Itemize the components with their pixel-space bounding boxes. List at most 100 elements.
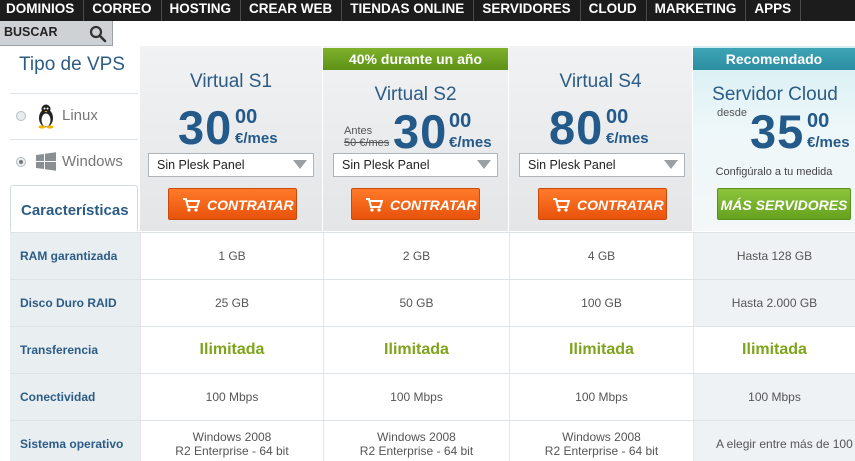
button-label: CONTRATAR [390, 197, 477, 213]
cart-icon [183, 198, 200, 212]
table-cell: 25 GB [140, 280, 323, 327]
old-price-value: 50 €/mes [344, 136, 390, 149]
price-integer: 30 [178, 101, 233, 154]
contratar-button-s2[interactable]: CONTRATAR [351, 188, 480, 220]
chevron-down-icon [664, 160, 678, 169]
plan-name: Servidor Cloud [712, 84, 838, 105]
plesk-select-value: Sin Plesk Panel [528, 158, 616, 172]
cloud-note: Configúralo a tu medida [715, 166, 833, 178]
top-nav: DOMINIOS CORREO HOSTING CREAR WEB TIENDA… [0, 0, 855, 21]
os-option-linux[interactable]: Linux [10, 93, 138, 138]
contratar-button-s1[interactable]: CONTRATAR [168, 188, 297, 220]
nav-item-servidores[interactable]: SERVIDORES [474, 0, 581, 21]
table-cell: A elegir entre más de 100 [693, 421, 855, 461]
price-period: €/mes [449, 134, 492, 151]
table-cell: 4 GB [509, 233, 693, 280]
plesk-select[interactable]: Sin Plesk Panel [519, 153, 685, 177]
cart-icon [553, 198, 570, 212]
nav-item-cloud[interactable]: CLOUD [581, 0, 647, 21]
table-cell: 2 GB [323, 233, 509, 280]
plan-name: Virtual S2 [374, 84, 457, 105]
linux-radio[interactable] [16, 111, 26, 121]
mas-servidores-button[interactable]: MÁS SERVIDORES [717, 188, 851, 220]
features-table: RAM garantizada 1 GB 2 GB 4 GB Hasta 128… [10, 232, 855, 461]
price-decimals: 00 [449, 110, 472, 132]
table-cell: 100 Mbps [693, 374, 855, 421]
table-cell: Windows 2008 R2 Enterprise - 64 bit [140, 421, 323, 461]
cart-icon [366, 198, 383, 212]
nav-item-tiendas-online[interactable]: TIENDAS ONLINE [342, 0, 475, 21]
linux-icon [38, 104, 54, 129]
nav-item-crear-web[interactable]: CREAR WEB [241, 0, 343, 21]
table-cell: 100 Mbps [140, 374, 323, 421]
table-cell: Ilimitada [323, 327, 509, 374]
old-price-label: Antes [344, 125, 373, 137]
nav-item-correo[interactable]: CORREO [84, 0, 162, 21]
nav-item-hosting[interactable]: HOSTING [162, 0, 242, 21]
table-cell: 50 GB [323, 280, 509, 327]
plan-servidor-cloud: Recomendado Servidor Cloud desde 35 00 €… [693, 46, 855, 231]
table-cell: Hasta 2.000 GB [693, 280, 855, 327]
plesk-select-value: Sin Plesk Panel [342, 158, 430, 172]
price-period: €/mes [235, 130, 278, 147]
price-integer: 30 [393, 105, 448, 158]
price-period: €/mes [807, 134, 850, 151]
row-label: Disco Duro RAID [10, 280, 140, 327]
table-cell: Hasta 128 GB [693, 233, 855, 280]
windows-radio[interactable] [16, 157, 26, 167]
tab-caracteristicas[interactable]: Características [10, 185, 138, 231]
plan-virtual-s2: 40% durante un año Virtual S2 Antes 50 €… [323, 46, 508, 231]
price-decimals: 00 [606, 106, 629, 128]
plan-name: Virtual S4 [559, 71, 642, 92]
table-cell: Ilimitada [693, 327, 855, 374]
plesk-select-value: Sin Plesk Panel [157, 158, 245, 172]
features-tab-label: Características [21, 202, 129, 219]
plan-name: Virtual S1 [189, 71, 273, 92]
nav-item-apps[interactable]: APPS [746, 0, 802, 21]
search-label: BUSCAR [4, 25, 58, 39]
table-cell: Windows 2008 R2 Enterprise - 64 bit [323, 421, 509, 461]
table-cell: 100 Mbps [323, 374, 509, 421]
table-cell: Ilimitada [140, 327, 323, 374]
nav-item-marketing[interactable]: MARKETING [647, 0, 747, 21]
row-label: Sistema operativo [10, 421, 140, 461]
table-cell: 100 Mbps [509, 374, 693, 421]
table-cell: Ilimitada [509, 327, 693, 374]
search-icon[interactable] [89, 25, 107, 43]
price-prefix: desde [717, 107, 747, 119]
table-row: Conectividad 100 Mbps 100 Mbps 100 Mbps … [10, 373, 855, 421]
table-cell: 100 GB [509, 280, 693, 327]
table-row: RAM garantizada 1 GB 2 GB 4 GB Hasta 128… [10, 232, 855, 280]
windows-icon [36, 152, 56, 171]
chevron-down-icon [477, 160, 491, 169]
contratar-button-s4[interactable]: CONTRATAR [538, 188, 667, 220]
plesk-select[interactable]: Sin Plesk Panel [148, 153, 314, 177]
recommended-ribbon: Recomendado [693, 48, 855, 70]
price-decimals: 00 [235, 106, 258, 128]
table-cell: 1 GB [140, 233, 323, 280]
table-row: Transferencia Ilimitada Ilimitada Ilimit… [10, 326, 855, 374]
row-label: RAM garantizada [10, 233, 140, 280]
price-integer: 35 [750, 105, 805, 158]
table-row: Disco Duro RAID 25 GB 50 GB 100 GB Hasta… [10, 279, 855, 327]
button-label: CONTRATAR [577, 197, 664, 213]
windows-label: Windows [62, 153, 123, 170]
table-row: Sistema operativo Windows 2008 R2 Enterp… [10, 420, 855, 461]
table-cell: Windows 2008 R2 Enterprise - 64 bit [509, 421, 693, 461]
search-bar[interactable]: BUSCAR [0, 21, 113, 46]
chevron-down-icon [293, 160, 307, 169]
old-price: Antes 50 €/mes [344, 125, 390, 149]
nav-item-dominios[interactable]: DOMINIOS [0, 0, 85, 21]
os-option-windows[interactable]: Windows [10, 139, 138, 184]
price-decimals: 00 [807, 110, 830, 132]
plesk-select[interactable]: Sin Plesk Panel [333, 153, 498, 177]
price-period: €/mes [606, 130, 649, 147]
row-label: Transferencia [10, 327, 140, 374]
discount-ribbon: 40% durante un año [323, 48, 508, 70]
vps-type-title: Tipo de VPS [19, 54, 125, 75]
price-integer: 80 [549, 101, 604, 154]
linux-label: Linux [62, 107, 98, 124]
row-label: Conectividad [10, 374, 140, 421]
plan-virtual-s1: Virtual S1 30 00 €/mes Sin Plesk Panel C… [140, 46, 322, 231]
button-label: CONTRATAR [207, 197, 294, 213]
